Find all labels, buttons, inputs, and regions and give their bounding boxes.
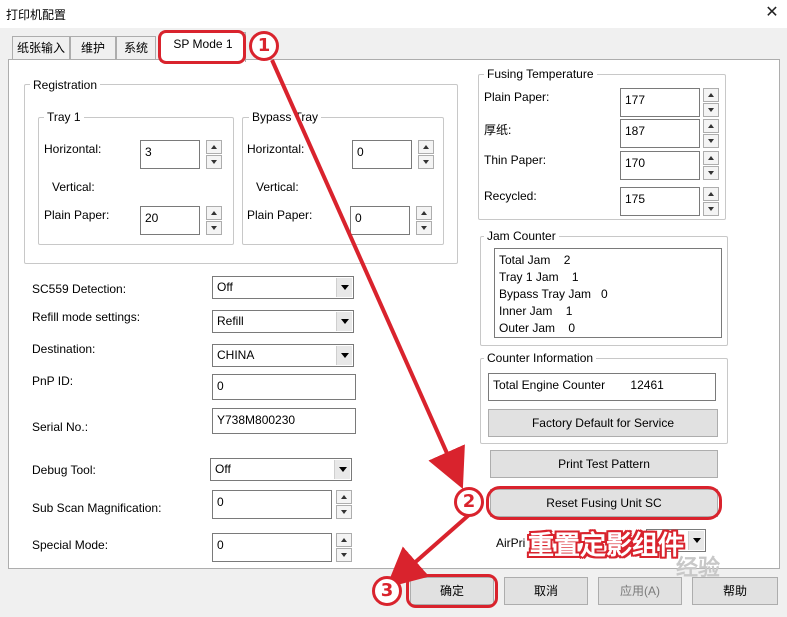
tray1-plain-paper-label: Plain Paper: [44, 208, 110, 222]
bypass-plain-paper-spinner[interactable] [416, 206, 432, 235]
close-icon[interactable]: ✕ [760, 2, 784, 24]
bypass-plain-paper-field[interactable]: 0 [350, 206, 410, 235]
sub-scan-field[interactable]: 0 [212, 490, 332, 519]
refill-mode-label: Refill mode settings: [32, 310, 141, 324]
print-test-pattern-button[interactable]: Print Test Pattern [490, 450, 718, 478]
bypass-horizontal-field[interactable]: 0 [352, 140, 412, 169]
tab-paper-input[interactable]: 纸张输入 [12, 36, 70, 60]
fusing-plain-field[interactable]: 177 [620, 88, 700, 117]
tray1-plain-paper-spinner[interactable] [206, 206, 222, 235]
destination-select[interactable]: CHINA [212, 344, 354, 367]
jam-counter-item: Total Jam 2 [499, 253, 571, 267]
factory-default-button[interactable]: Factory Default for Service [488, 409, 718, 437]
airprint-label: AirPri [496, 536, 526, 550]
bypass-horizontal-spinner[interactable] [418, 140, 434, 169]
fusing-thick-label: 厚纸: [484, 123, 512, 137]
pnp-id-label: PnP ID: [32, 374, 74, 388]
sc559-detection-select[interactable]: Off [212, 276, 354, 299]
fusing-thin-label: Thin Paper: [484, 153, 547, 167]
chevron-down-icon[interactable] [336, 278, 352, 297]
tray1-horizontal-spinner[interactable] [206, 140, 222, 169]
step2-badge: 2 [454, 487, 484, 517]
serial-no-field[interactable]: Y738M800230 [212, 408, 356, 434]
jam-counter-group-label: Jam Counter [484, 229, 559, 243]
fusing-recycled-spinner[interactable] [703, 187, 719, 216]
window-title: 打印机配置 [6, 8, 67, 22]
tab-maintenance[interactable]: 维护 [70, 36, 116, 60]
jam-counter-item: Inner Jam 1 [499, 304, 573, 318]
sub-scan-label: Sub Scan Magnification: [32, 501, 162, 515]
refill-mode-value: Refill [217, 314, 244, 328]
sc559-detection-value: Off [217, 280, 233, 294]
tray1-plain-paper-field[interactable]: 20 [140, 206, 200, 235]
jam-counter-item: Bypass Tray Jam 0 [499, 287, 608, 301]
bypass-tray-group-label: Bypass Tray [249, 110, 322, 124]
tab-system[interactable]: 系统 [116, 36, 156, 60]
tray1-group-label: Tray 1 [44, 110, 84, 124]
step1-highlight [158, 30, 246, 64]
special-mode-spinner[interactable] [336, 533, 352, 562]
debug-tool-value: Off [215, 462, 231, 476]
step2-highlight [486, 486, 722, 520]
fusing-plain-label: Plain Paper: [484, 90, 550, 104]
jam-counter-item: Outer Jam 0 [499, 321, 576, 335]
apply-button[interactable]: 应用(A) [598, 577, 682, 605]
fusing-plain-spinner[interactable] [703, 88, 719, 117]
sc559-detection-label: SC559 Detection: [32, 282, 127, 296]
reset-fusing-caption: 重置定影组件 [528, 531, 685, 561]
chevron-down-icon[interactable] [336, 346, 352, 365]
total-engine-counter-value: 12461 [630, 378, 664, 392]
counter-information-group-label: Counter Information [484, 351, 597, 365]
chevron-down-icon[interactable] [688, 531, 704, 550]
registration-group-label: Registration [30, 78, 101, 92]
destination-label: Destination: [32, 342, 96, 356]
pnp-id-field[interactable]: 0 [212, 374, 356, 400]
bypass-vertical-label: Vertical: [256, 180, 299, 194]
jam-counter-list[interactable]: Total Jam 2 Tray 1 Jam 1 Bypass Tray Jam… [494, 248, 722, 338]
tray1-horizontal-field[interactable]: 3 [140, 140, 200, 169]
total-engine-counter-field: Total Engine Counter 12461 [488, 373, 716, 401]
serial-no-label: Serial No.: [32, 420, 89, 434]
debug-tool-label: Debug Tool: [32, 463, 96, 477]
total-engine-counter-label: Total Engine Counter [493, 378, 606, 392]
refill-mode-select[interactable]: Refill [212, 310, 354, 333]
fusing-thick-field[interactable]: 187 [620, 119, 700, 148]
chevron-down-icon[interactable] [334, 460, 350, 479]
special-mode-label: Special Mode: [32, 538, 109, 552]
tray1-vertical-label: Vertical: [52, 180, 95, 194]
fusing-thin-field[interactable]: 170 [620, 151, 700, 180]
bypass-plain-paper-label: Plain Paper: [247, 208, 313, 222]
fusing-temperature-group-label: Fusing Temperature [484, 67, 597, 81]
chevron-down-icon[interactable] [336, 312, 352, 331]
step3-badge: 3 [372, 576, 402, 606]
step1-badge: 1 [249, 31, 279, 61]
bypass-horizontal-label: Horizontal: [247, 142, 305, 156]
fusing-thick-spinner[interactable] [703, 119, 719, 148]
title-bar [0, 0, 787, 28]
step3-highlight [406, 574, 498, 608]
tray1-horizontal-label: Horizontal: [44, 142, 102, 156]
fusing-recycled-field[interactable]: 175 [620, 187, 700, 216]
cancel-button[interactable]: 取消 [504, 577, 588, 605]
sub-scan-spinner[interactable] [336, 490, 352, 519]
jam-counter-item: Tray 1 Jam 1 [499, 270, 579, 284]
fusing-recycled-label: Recycled: [484, 189, 537, 203]
special-mode-field[interactable]: 0 [212, 533, 332, 562]
destination-value: CHINA [217, 348, 255, 362]
fusing-thin-spinner[interactable] [703, 151, 719, 180]
debug-tool-select[interactable]: Off [210, 458, 352, 481]
